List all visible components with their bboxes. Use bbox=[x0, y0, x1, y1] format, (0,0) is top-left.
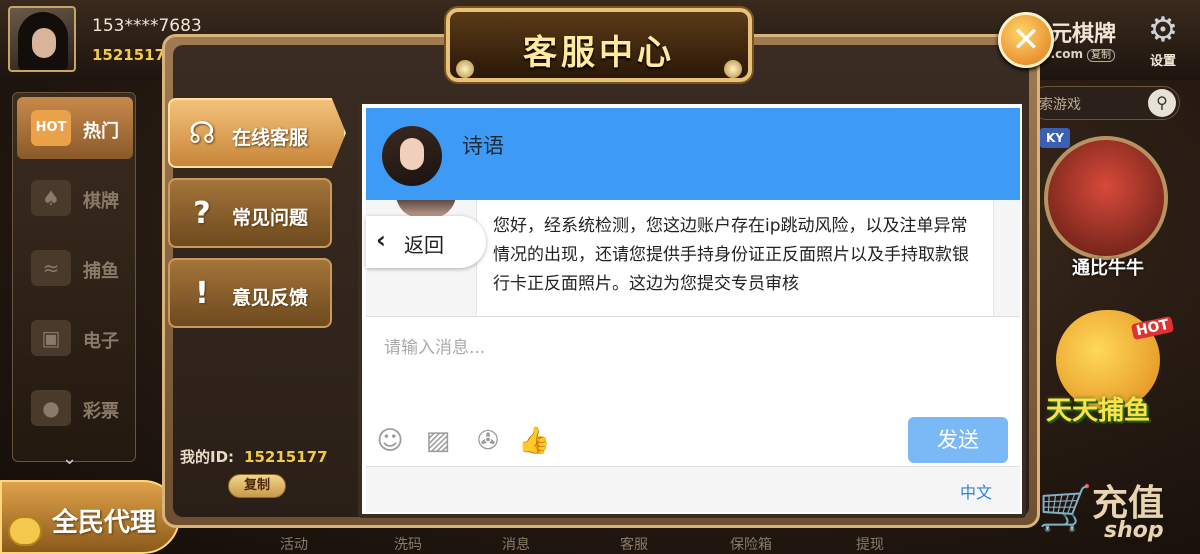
input-placeholder: 请输入消息... bbox=[384, 338, 486, 358]
menu-label: 意见反馈 bbox=[232, 287, 309, 309]
thumbs-up-icon[interactable]: 👍 bbox=[518, 425, 550, 457]
my-id: 我的ID: 15215177 bbox=[180, 448, 328, 466]
menu-feedback[interactable]: ! 意见反馈 bbox=[168, 258, 332, 328]
nav-rebate[interactable]: 洗码 bbox=[394, 534, 422, 554]
lottery-ball-icon: ● bbox=[31, 390, 71, 426]
fish-icon: ≈ bbox=[31, 250, 71, 286]
nav-activity[interactable]: 活动 bbox=[280, 534, 308, 554]
user-avatar[interactable] bbox=[8, 6, 76, 72]
close-button[interactable]: ✕ bbox=[998, 12, 1054, 68]
brand-url: p.com 复制 bbox=[1042, 46, 1116, 62]
back-button[interactable]: ‹ 返回 bbox=[366, 216, 486, 268]
agent-name: 诗语 bbox=[462, 134, 504, 158]
game-badge-ky: KY bbox=[1040, 128, 1070, 148]
menu-label: 在线客服 bbox=[232, 127, 309, 149]
sidebar-item-label: 棋牌 bbox=[83, 191, 119, 212]
brand-copy-button[interactable]: 复制 bbox=[1087, 49, 1116, 62]
coin-icon bbox=[8, 516, 42, 546]
headset-icon: ☊ bbox=[188, 116, 216, 151]
bottom-nav: 活动 洗码 消息 客服 保险箱 提现 bbox=[180, 534, 1040, 554]
game-tiantian-buyu[interactable]: HOT 天天捕鱼 bbox=[1040, 300, 1176, 440]
category-sidebar: HOT 热门 ♠ 棋牌 ≈ 捕鱼 ▣ 电子 ● 彩票 bbox=[12, 92, 136, 462]
slot-machine-icon: ▣ bbox=[31, 320, 71, 356]
my-id-value: 15215177 bbox=[244, 448, 328, 466]
game-label: 通比牛牛 bbox=[1072, 258, 1144, 279]
agent-avatar bbox=[382, 126, 442, 186]
sidebar-item-label: 彩票 bbox=[83, 401, 119, 422]
chevron-left-icon: ‹ bbox=[376, 226, 386, 254]
shop-label: shop bbox=[1104, 518, 1164, 543]
sidebar-item-slots[interactable]: ▣ 电子 bbox=[17, 307, 133, 369]
settings-button[interactable]: ⚙ 设置 bbox=[1140, 10, 1186, 70]
nav-safe[interactable]: 保险箱 bbox=[730, 534, 772, 554]
recharge-shop-button[interactable]: 🛒 充值 shop bbox=[1030, 466, 1200, 554]
chat-window: 诗语 您好，经系统检测，您这边账户存在ip跳动风险，以及注单异常情况的出现，还请… bbox=[358, 100, 1026, 518]
copy-id-button[interactable]: 复制 bbox=[228, 474, 286, 498]
settings-label: 设置 bbox=[1149, 54, 1176, 69]
sidebar-item-lottery[interactable]: ● 彩票 bbox=[17, 377, 133, 439]
message-input[interactable]: 请输入消息... ☺ ▨ ✇ 👍 发送 bbox=[366, 316, 1020, 466]
chevron-down-icon[interactable]: ⌄ bbox=[62, 448, 77, 469]
plaque-bolt bbox=[456, 60, 474, 78]
sidebar-item-label: 热门 bbox=[83, 121, 119, 142]
modal-title: 客服中心 bbox=[523, 33, 675, 73]
promo-agent-button[interactable]: 全民代理 bbox=[0, 480, 180, 554]
language-toggle[interactable]: 中文 bbox=[960, 479, 992, 503]
menu-online-support[interactable]: ☊ 在线客服 bbox=[168, 98, 346, 168]
sidebar-item-label: 捕鱼 bbox=[83, 261, 119, 282]
user-phone: 153****7683 bbox=[92, 16, 202, 36]
message-bubble: 您好，经系统检测，您这边账户存在ip跳动风险，以及注单异常情况的出现，还请您提供… bbox=[476, 200, 994, 316]
hot-icon: HOT bbox=[31, 110, 71, 146]
brand-name: 元棋牌 bbox=[1050, 22, 1117, 47]
nav-support[interactable]: 客服 bbox=[620, 534, 648, 554]
cart-icon: 🛒 bbox=[1038, 483, 1093, 534]
search-placeholder: 索游戏 bbox=[1039, 97, 1081, 113]
sidebar-item-fishing[interactable]: ≈ 捕鱼 bbox=[17, 237, 133, 299]
back-label: 返回 bbox=[404, 233, 444, 257]
promo-label: 全民代理 bbox=[52, 508, 157, 538]
question-icon: ? bbox=[193, 196, 211, 231]
game-tongbi-niuniu[interactable]: KY 通比牛牛 bbox=[1040, 128, 1176, 288]
feedback-icon: ! bbox=[195, 276, 209, 311]
close-icon: ✕ bbox=[1011, 20, 1041, 60]
language-bar: 中文 bbox=[366, 466, 1020, 512]
sidebar-item-label: 电子 bbox=[83, 331, 119, 352]
chat-header: 诗语 bbox=[366, 108, 1020, 200]
send-button[interactable]: 发送 bbox=[908, 417, 1008, 463]
modal-title-plaque: 客服中心 bbox=[446, 8, 752, 82]
image-icon[interactable]: ▨ bbox=[422, 425, 454, 457]
game-label: 天天捕鱼 bbox=[1046, 396, 1151, 426]
game-search[interactable]: 索游戏 ⚲ bbox=[1030, 86, 1180, 120]
emoji-icon[interactable]: ☺ bbox=[374, 425, 406, 457]
game-niuniu-art bbox=[1044, 136, 1168, 260]
video-icon[interactable]: ✇ bbox=[472, 425, 504, 457]
nav-withdraw[interactable]: 提现 bbox=[856, 534, 884, 554]
cards-icon: ♠ bbox=[31, 180, 71, 216]
gear-icon: ⚙ bbox=[1147, 10, 1179, 50]
menu-label: 常见问题 bbox=[232, 207, 309, 229]
sidebar-item-hot[interactable]: HOT 热门 bbox=[17, 97, 133, 159]
nav-messages[interactable]: 消息 bbox=[502, 534, 530, 554]
sidebar-item-cards[interactable]: ♠ 棋牌 bbox=[17, 167, 133, 229]
plaque-bolt bbox=[724, 60, 742, 78]
search-icon[interactable]: ⚲ bbox=[1148, 89, 1176, 117]
message-text: 您好，经系统检测，您这边账户存在ip跳动风险，以及注单异常情况的出现，还请您提供… bbox=[493, 216, 969, 294]
menu-faq[interactable]: ? 常见问题 bbox=[168, 178, 332, 248]
